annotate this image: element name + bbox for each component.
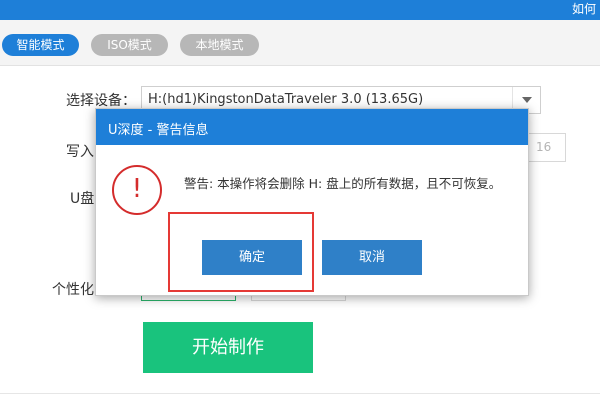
device-select-value: H:(hd1)KingstonDataTraveler 3.0 (13.65G) [148,92,424,107]
usb-label: U盘 [70,191,95,207]
write-mode-label: 写入 [66,144,94,160]
tab-smart-mode[interactable]: 智能模式 [2,34,79,56]
tab-iso-mode[interactable]: ISO模式 [91,34,168,56]
warning-message: 警告: 本操作将会删除 H: 盘上的所有数据，且不可恢复。 [184,176,502,191]
warning-icon: ! [112,165,162,215]
window-title: 如何 [571,2,596,16]
write-mode-field[interactable]: 16 [525,133,566,162]
highlight-box [168,212,314,292]
dialog-header: U深度 - 警告信息 [96,109,528,145]
tab-local-mode[interactable]: 本地模式 [180,34,259,56]
exclamation-icon: ! [131,174,143,204]
personalize-label: 个性化 [52,282,94,298]
start-make-button[interactable]: 开始制作 [143,322,313,373]
dialog-title: U深度 - 警告信息 [108,123,209,138]
device-label: 选择设备： [66,93,136,109]
write-mode-value: 16 [536,140,552,154]
mode-tabs: 智能模式 ISO模式 本地模式 [0,20,600,66]
bottom-divider [0,393,600,394]
cancel-button[interactable]: 取消 [322,240,422,275]
title-bar: 如何 [0,0,600,20]
warning-dialog: U深度 - 警告信息 ! 警告: 本操作将会删除 H: 盘上的所有数据，且不可恢… [95,108,529,296]
chevron-down-icon [522,97,532,103]
